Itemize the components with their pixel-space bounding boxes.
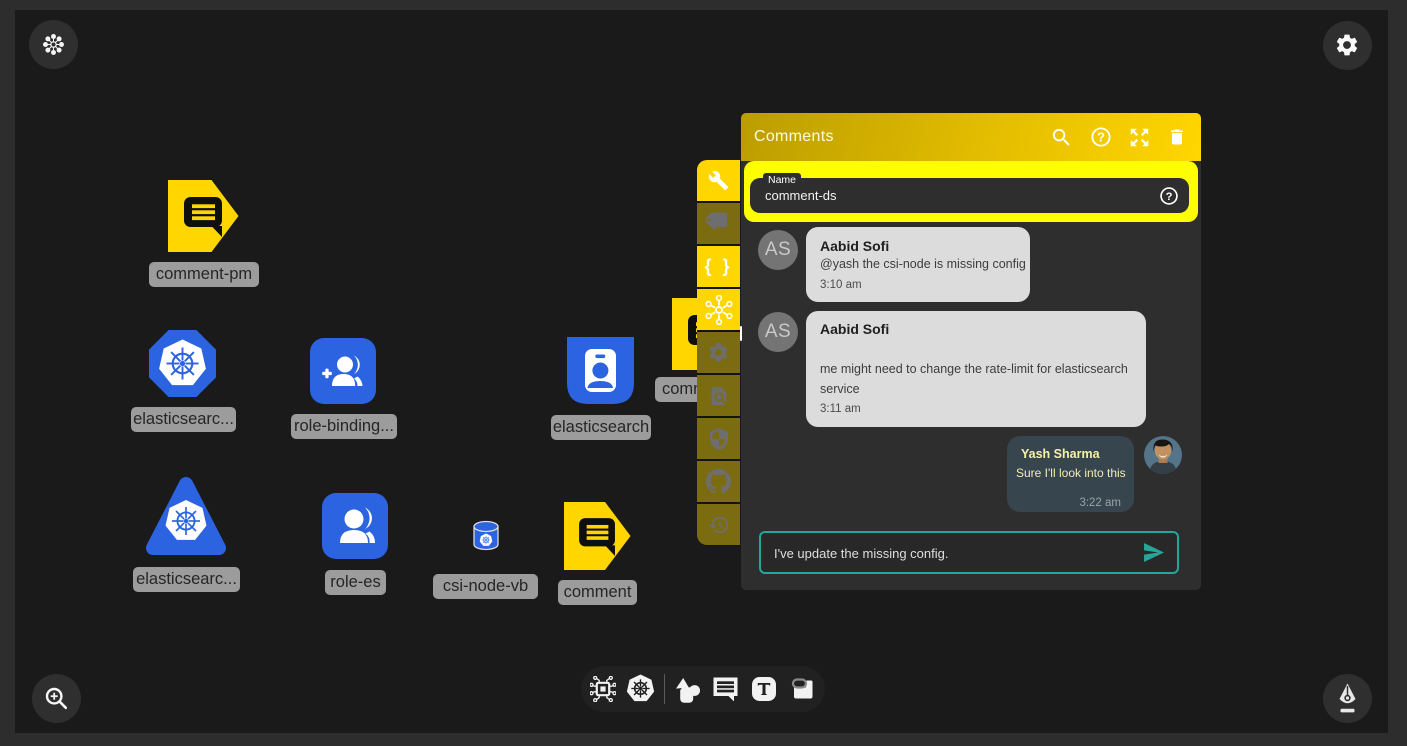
svg-text:?: ? <box>1166 191 1173 203</box>
svg-text:?: ? <box>1097 129 1105 144</box>
